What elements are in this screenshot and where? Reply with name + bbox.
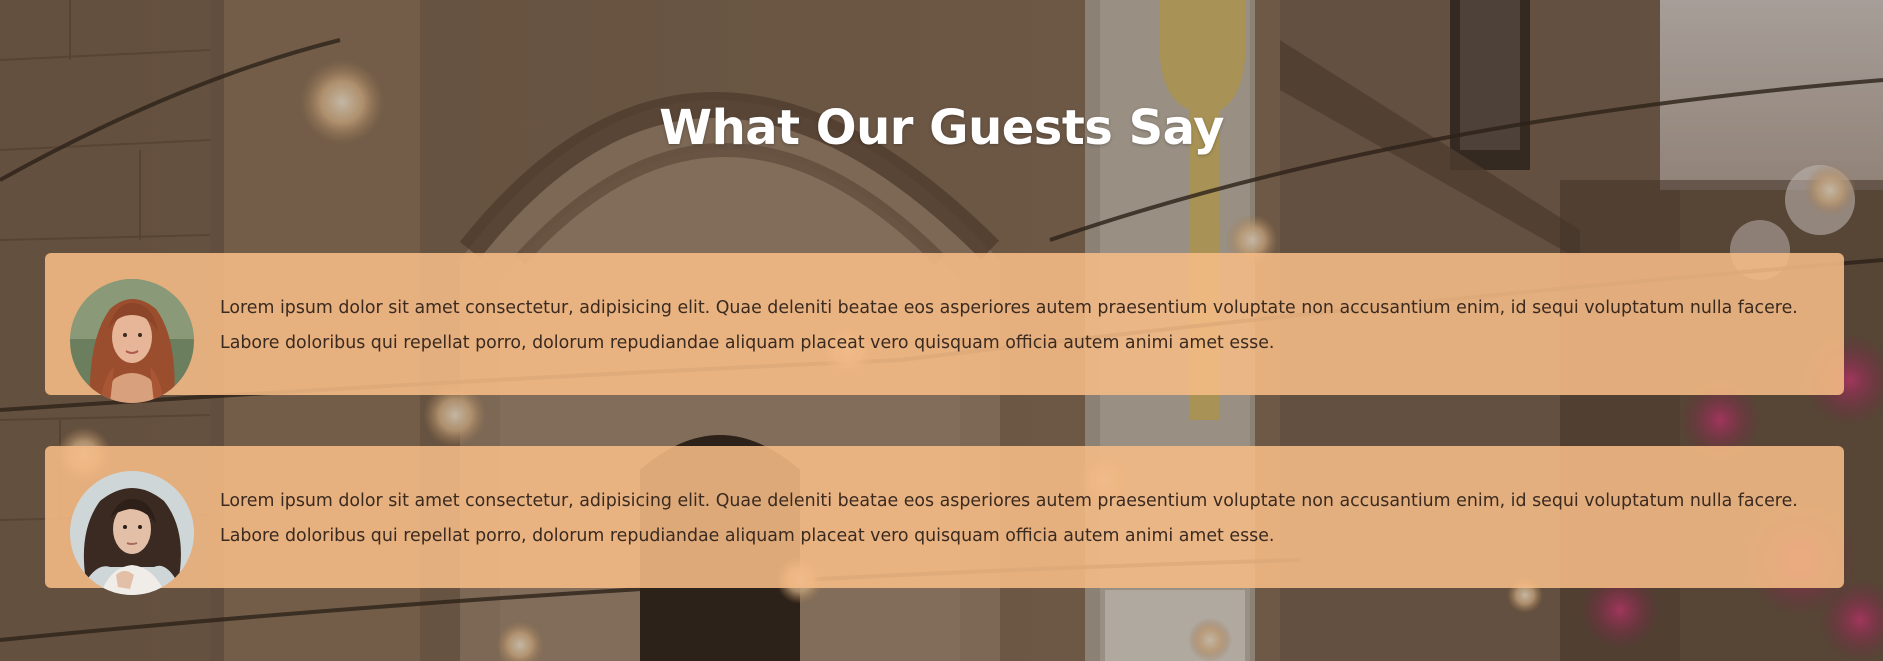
section-title: What Our Guests Say bbox=[659, 100, 1224, 156]
testimonials-section: What Our Guests Say Lorem ipsum dolor si… bbox=[0, 0, 1883, 661]
testimonial-card: Lorem ipsum dolor sit amet consectetur, … bbox=[45, 253, 1844, 403]
testimonial-text: Lorem ipsum dolor sit amet consectetur, … bbox=[220, 491, 1798, 546]
woman-redhead-avatar-icon bbox=[70, 279, 194, 403]
testimonial-text: Lorem ipsum dolor sit amet consectetur, … bbox=[220, 298, 1798, 353]
woman-curly-hair-avatar-icon bbox=[70, 471, 194, 595]
testimonial-card: Lorem ipsum dolor sit amet consectetur, … bbox=[45, 446, 1844, 595]
